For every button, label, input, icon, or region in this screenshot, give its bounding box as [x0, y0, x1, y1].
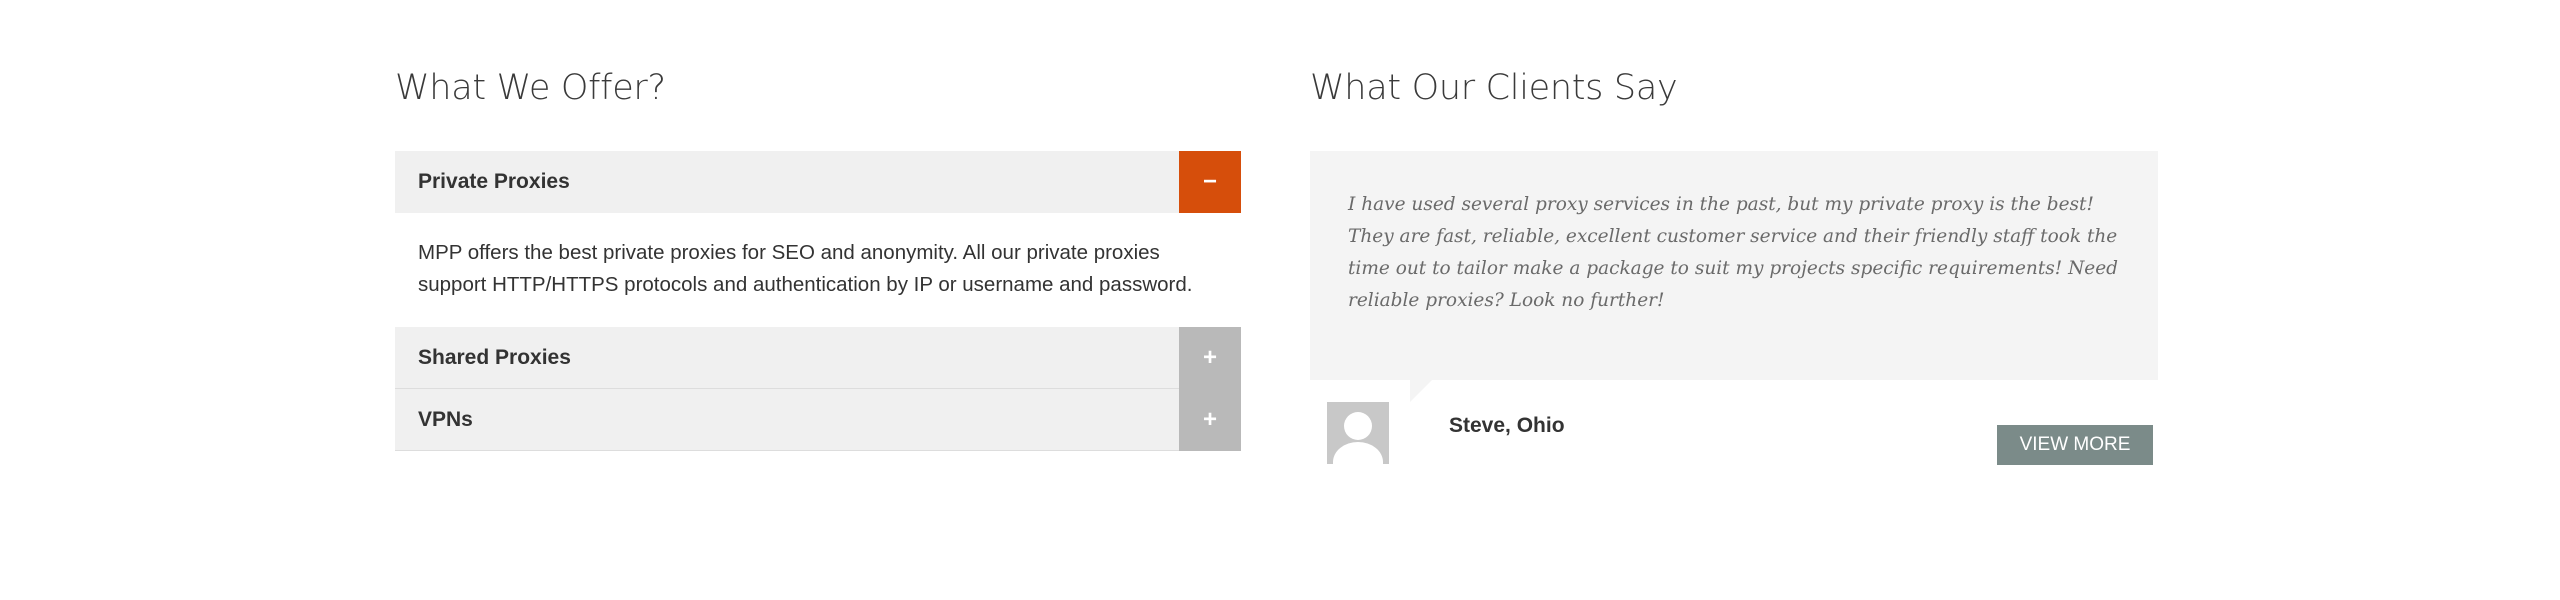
offer-title: What We Offer?	[395, 68, 666, 108]
collapse-toggle-button[interactable]: −	[1179, 151, 1241, 213]
testimonial-author: Steve, Ohio VIEW MORE	[1310, 380, 2158, 480]
avatar-body-shape	[1333, 442, 1383, 464]
testimonial-text: I have used several proxy services in th…	[1348, 194, 2118, 311]
accordion-label[interactable]: Shared Proxies	[418, 327, 571, 389]
clients-section: What Our Clients Say I have used several…	[1310, 62, 2158, 480]
accordion-label[interactable]: Private Proxies	[418, 151, 570, 213]
accordion-panel-private-proxies: MPP offers the best private proxies for …	[418, 241, 1193, 296]
user-silhouette-icon	[1327, 402, 1389, 464]
page: What We Offer? Private Proxies − MPP off…	[0, 0, 2560, 600]
accordion-item-vpns[interactable]: VPNs +	[395, 389, 1241, 451]
accordion-label[interactable]: VPNs	[418, 389, 473, 451]
clients-title: What Our Clients Say	[1310, 68, 1678, 108]
author-name: Steve, Ohio	[1449, 414, 1565, 437]
expand-toggle-button[interactable]: +	[1179, 327, 1241, 389]
expand-toggle-button[interactable]: +	[1179, 389, 1241, 451]
offer-section: What We Offer? Private Proxies − MPP off…	[395, 62, 1241, 451]
accordion-item-shared-proxies[interactable]: Shared Proxies +	[395, 327, 1241, 389]
testimonial-box: I have used several proxy services in th…	[1310, 151, 2158, 402]
offer-accordion: Private Proxies − MPP offers the best pr…	[395, 151, 1241, 451]
view-more-button[interactable]: VIEW MORE	[1997, 425, 2153, 465]
avatar-head-shape	[1344, 412, 1372, 440]
accordion-item-private-proxies[interactable]: Private Proxies −	[395, 151, 1241, 213]
